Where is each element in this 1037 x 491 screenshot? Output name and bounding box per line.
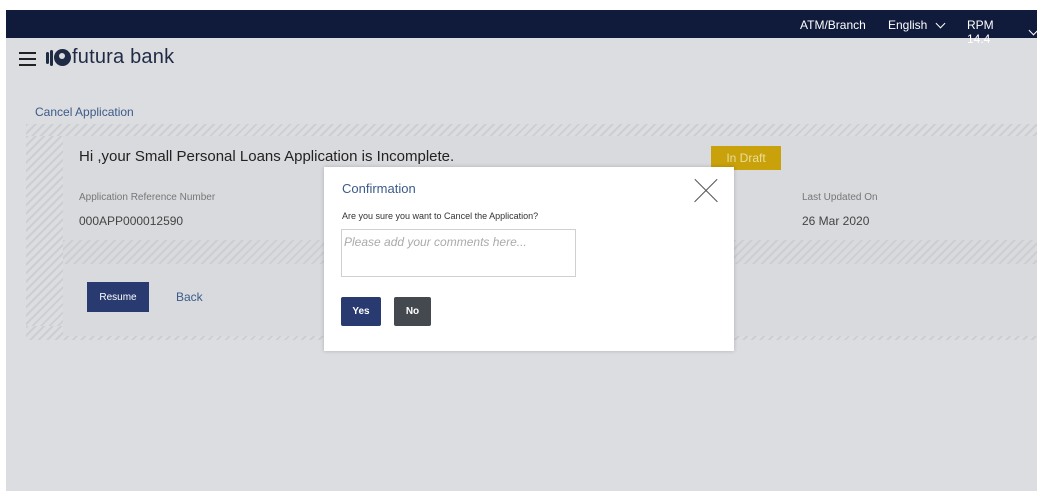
resume-button[interactable]: Resume: [87, 282, 149, 312]
chevron-down-icon: [935, 18, 946, 28]
chevron-down-icon: [1028, 25, 1037, 35]
header: futura bank: [6, 38, 1037, 80]
top-bar: ATM/Branch English RPM 14.4: [6, 10, 1037, 46]
confirmation-dialog: Confirmation Are you sure you want to Ca…: [324, 167, 734, 351]
language-label: English: [888, 18, 928, 32]
yes-button[interactable]: Yes: [341, 297, 381, 326]
dialog-question: Are you sure you want to Cancel the Appl…: [342, 211, 539, 221]
language-dropdown[interactable]: English: [888, 18, 946, 32]
atm-branch-label: ATM/Branch: [800, 18, 866, 32]
close-icon[interactable]: [694, 179, 718, 203]
page-title: Cancel Application: [35, 105, 134, 119]
decorative-pattern: [26, 136, 63, 336]
application-heading: Hi ,your Small Personal Loans Applicatio…: [79, 148, 455, 165]
no-button[interactable]: No: [394, 297, 431, 326]
reference-number-label: Application Reference Number: [79, 192, 216, 203]
futura-logo-icon: [46, 47, 71, 69]
brand-logo[interactable]: futura bank: [46, 46, 174, 69]
decorative-pattern: [26, 124, 1037, 136]
last-updated-value: 26 Mar 2020: [802, 214, 870, 228]
atm-branch-link[interactable]: ATM/Branch: [800, 18, 866, 32]
last-updated-label: Last Updated On: [802, 192, 878, 203]
dialog-title: Confirmation: [342, 181, 416, 196]
comments-input[interactable]: [341, 229, 576, 277]
reference-number-value: 000APP000012590: [79, 214, 184, 228]
brand-name: futura bank: [72, 46, 175, 68]
hamburger-menu-icon[interactable]: [19, 52, 36, 66]
back-link[interactable]: Back: [176, 290, 203, 304]
